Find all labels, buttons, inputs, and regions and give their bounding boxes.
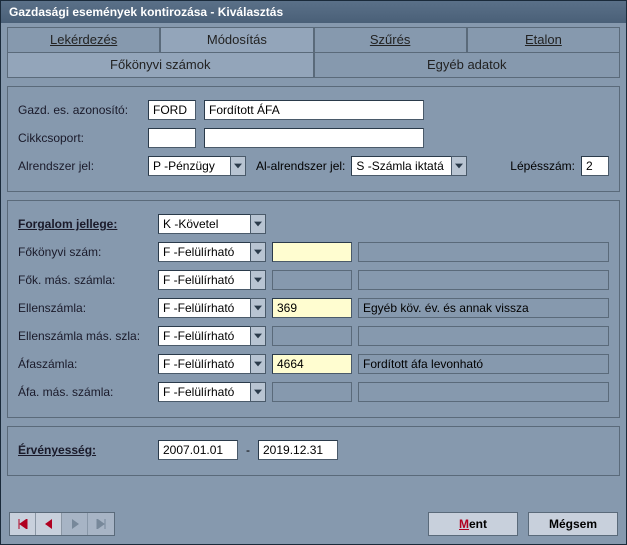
tab-egyeb-adatok[interactable]: Egyéb adatok xyxy=(314,52,621,78)
chevron-down-icon[interactable] xyxy=(230,156,246,176)
ervenyesseg-sep: - xyxy=(238,443,258,457)
ellenszamlamas-mode-select[interactable]: F -Felülírható xyxy=(158,326,266,346)
afamas-mode-select[interactable]: F -Felülírható xyxy=(158,382,266,402)
nav-last-button[interactable] xyxy=(88,513,114,535)
forgalom-value: K -Követel xyxy=(158,214,250,234)
tab-szures-label: Szűrés xyxy=(370,32,410,47)
label-fokmas: Fők. más. számla: xyxy=(18,273,158,287)
afamas-code xyxy=(272,382,352,402)
tab-egyeb-label: Egyéb adatok xyxy=(427,57,507,72)
fokonyviszam-code[interactable] xyxy=(272,242,352,262)
content: Lekérdezés Módosítás Szűrés Etalon Főkön… xyxy=(1,23,626,480)
nav-prev-button[interactable] xyxy=(36,513,62,535)
ervenyesseg-to[interactable]: 2019.12.31 xyxy=(258,440,338,460)
window: Gazdasági események kontirozása - Kivála… xyxy=(0,0,627,545)
label-gazd: Gazd. es. azonosító: xyxy=(18,103,148,117)
label-forgalom: Forgalom jellege: xyxy=(18,217,158,231)
chevron-down-icon[interactable] xyxy=(250,270,266,290)
chevron-down-icon[interactable] xyxy=(250,214,266,234)
cikkcs-desc[interactable] xyxy=(204,128,424,148)
nav-next-button[interactable] xyxy=(62,513,88,535)
label-ervenyesseg: Érvényesség: xyxy=(18,443,158,457)
save-button[interactable]: Ment xyxy=(428,512,518,536)
label-alalrendszer: Al-alrendszer jel: xyxy=(256,159,345,173)
fokmas-code xyxy=(272,270,352,290)
afamas-desc xyxy=(358,382,609,402)
label-lepesszam: Lépésszám: xyxy=(510,159,575,173)
ervenyesseg-from[interactable]: 2007.01.01 xyxy=(158,440,238,460)
label-alrendszer: Alrendszer jel: xyxy=(18,159,148,173)
save-mnemonic: M xyxy=(459,517,469,531)
row-fokmas: Fők. más. számla: F -Felülírható xyxy=(18,269,609,291)
tab-etalon[interactable]: Etalon xyxy=(467,27,620,53)
tab-modositas[interactable]: Módosítás xyxy=(160,27,313,53)
row-ellenszamlamas: Ellenszámla más. szla: F -Felülírható xyxy=(18,325,609,347)
main-tabs: Lekérdezés Módosítás Szűrés Etalon xyxy=(7,27,620,53)
tab-fokonyvi-label: Főkönyvi számok xyxy=(110,57,210,72)
detail-panel: Forgalom jellege: K -Követel Főkönyvi sz… xyxy=(7,200,620,418)
afaszamla-mode-select[interactable]: F -Felülírható xyxy=(158,354,266,374)
label-ellenszamlamas: Ellenszámla más. szla: xyxy=(18,329,158,343)
row-afaszamla: Áfaszámla: F -Felülírható 4664 Fordított… xyxy=(18,353,609,375)
nav-first-button[interactable] xyxy=(10,513,36,535)
fokonyviszam-desc xyxy=(358,242,609,262)
ellenszamlamas-code xyxy=(272,326,352,346)
alalrendszer-value: S -Számla iktatá xyxy=(351,156,451,176)
label-cikkcs: Cikkcsoport: xyxy=(18,131,148,145)
fokonyviszam-mode-select[interactable]: F -Felülírható xyxy=(158,242,266,262)
ellenszamla-mode-select[interactable]: F -Felülírható xyxy=(158,298,266,318)
chevron-down-icon[interactable] xyxy=(250,242,266,262)
row-ellenszamla: Ellenszámla: F -Felülírható 369 Egyéb kö… xyxy=(18,297,609,319)
afaszamla-desc: Fordított áfa levonható xyxy=(358,354,609,374)
chevron-down-icon[interactable] xyxy=(250,298,266,318)
action-buttons: Ment Mégsem xyxy=(428,512,618,536)
header-panel: Gazd. es. azonosító: FORD Fordított ÁFA … xyxy=(7,86,620,192)
gazd-desc[interactable]: Fordított ÁFA xyxy=(204,100,424,120)
label-afamas: Áfa. más. számla: xyxy=(18,385,158,399)
afaszamla-code[interactable]: 4664 xyxy=(272,354,352,374)
row-fokonyviszam: Főkönyvi szám: F -Felülírható xyxy=(18,241,609,263)
record-nav xyxy=(9,512,115,536)
label-ellenszamla: Ellenszámla: xyxy=(18,301,158,315)
cikkcs-code[interactable] xyxy=(148,128,196,148)
validity-panel: Érvényesség: 2007.01.01 - 2019.12.31 xyxy=(7,426,620,476)
alrendszer-select[interactable]: P -Pénzügy xyxy=(148,156,246,176)
tab-fokonyvi-szamok[interactable]: Főkönyvi számok xyxy=(7,52,314,78)
fokmas-mode-select[interactable]: F -Felülírható xyxy=(158,270,266,290)
forgalom-select[interactable]: K -Követel xyxy=(158,214,266,234)
tab-lekerdezes[interactable]: Lekérdezés xyxy=(7,27,160,53)
bottom-bar: Ment Mégsem xyxy=(9,512,618,536)
chevron-down-icon[interactable] xyxy=(250,326,266,346)
ellenszamlamas-desc xyxy=(358,326,609,346)
tab-modositas-label: Módosítás xyxy=(207,32,267,47)
chevron-down-icon[interactable] xyxy=(250,382,266,402)
cancel-button[interactable]: Mégsem xyxy=(528,512,618,536)
window-title: Gazdasági események kontirozása - Kivála… xyxy=(9,5,283,19)
ellenszamla-code[interactable]: 369 xyxy=(272,298,352,318)
lepesszam-input[interactable]: 2 xyxy=(581,156,609,176)
ellenszamla-desc: Egyéb köv. év. és annak vissza xyxy=(358,298,609,318)
tab-etalon-label: Etalon xyxy=(525,32,562,47)
label-afaszamla: Áfaszámla: xyxy=(18,357,158,371)
fokmas-desc xyxy=(358,270,609,290)
tab-lekerdezes-label: Lekérdezés xyxy=(50,32,117,47)
chevron-down-icon[interactable] xyxy=(451,156,467,176)
alalrendszer-select[interactable]: S -Számla iktatá xyxy=(351,156,467,176)
label-fokonyviszam: Főkönyvi szám: xyxy=(18,245,158,259)
sub-tabs: Főkönyvi számok Egyéb adatok xyxy=(7,52,620,78)
save-label-rest: ent xyxy=(469,517,487,531)
title-bar: Gazdasági események kontirozása - Kivála… xyxy=(1,1,626,23)
tab-szures[interactable]: Szűrés xyxy=(314,27,467,53)
alrendszer-value: P -Pénzügy xyxy=(148,156,230,176)
gazd-code[interactable]: FORD xyxy=(148,100,196,120)
chevron-down-icon[interactable] xyxy=(250,354,266,374)
row-afamas: Áfa. más. számla: F -Felülírható xyxy=(18,381,609,403)
